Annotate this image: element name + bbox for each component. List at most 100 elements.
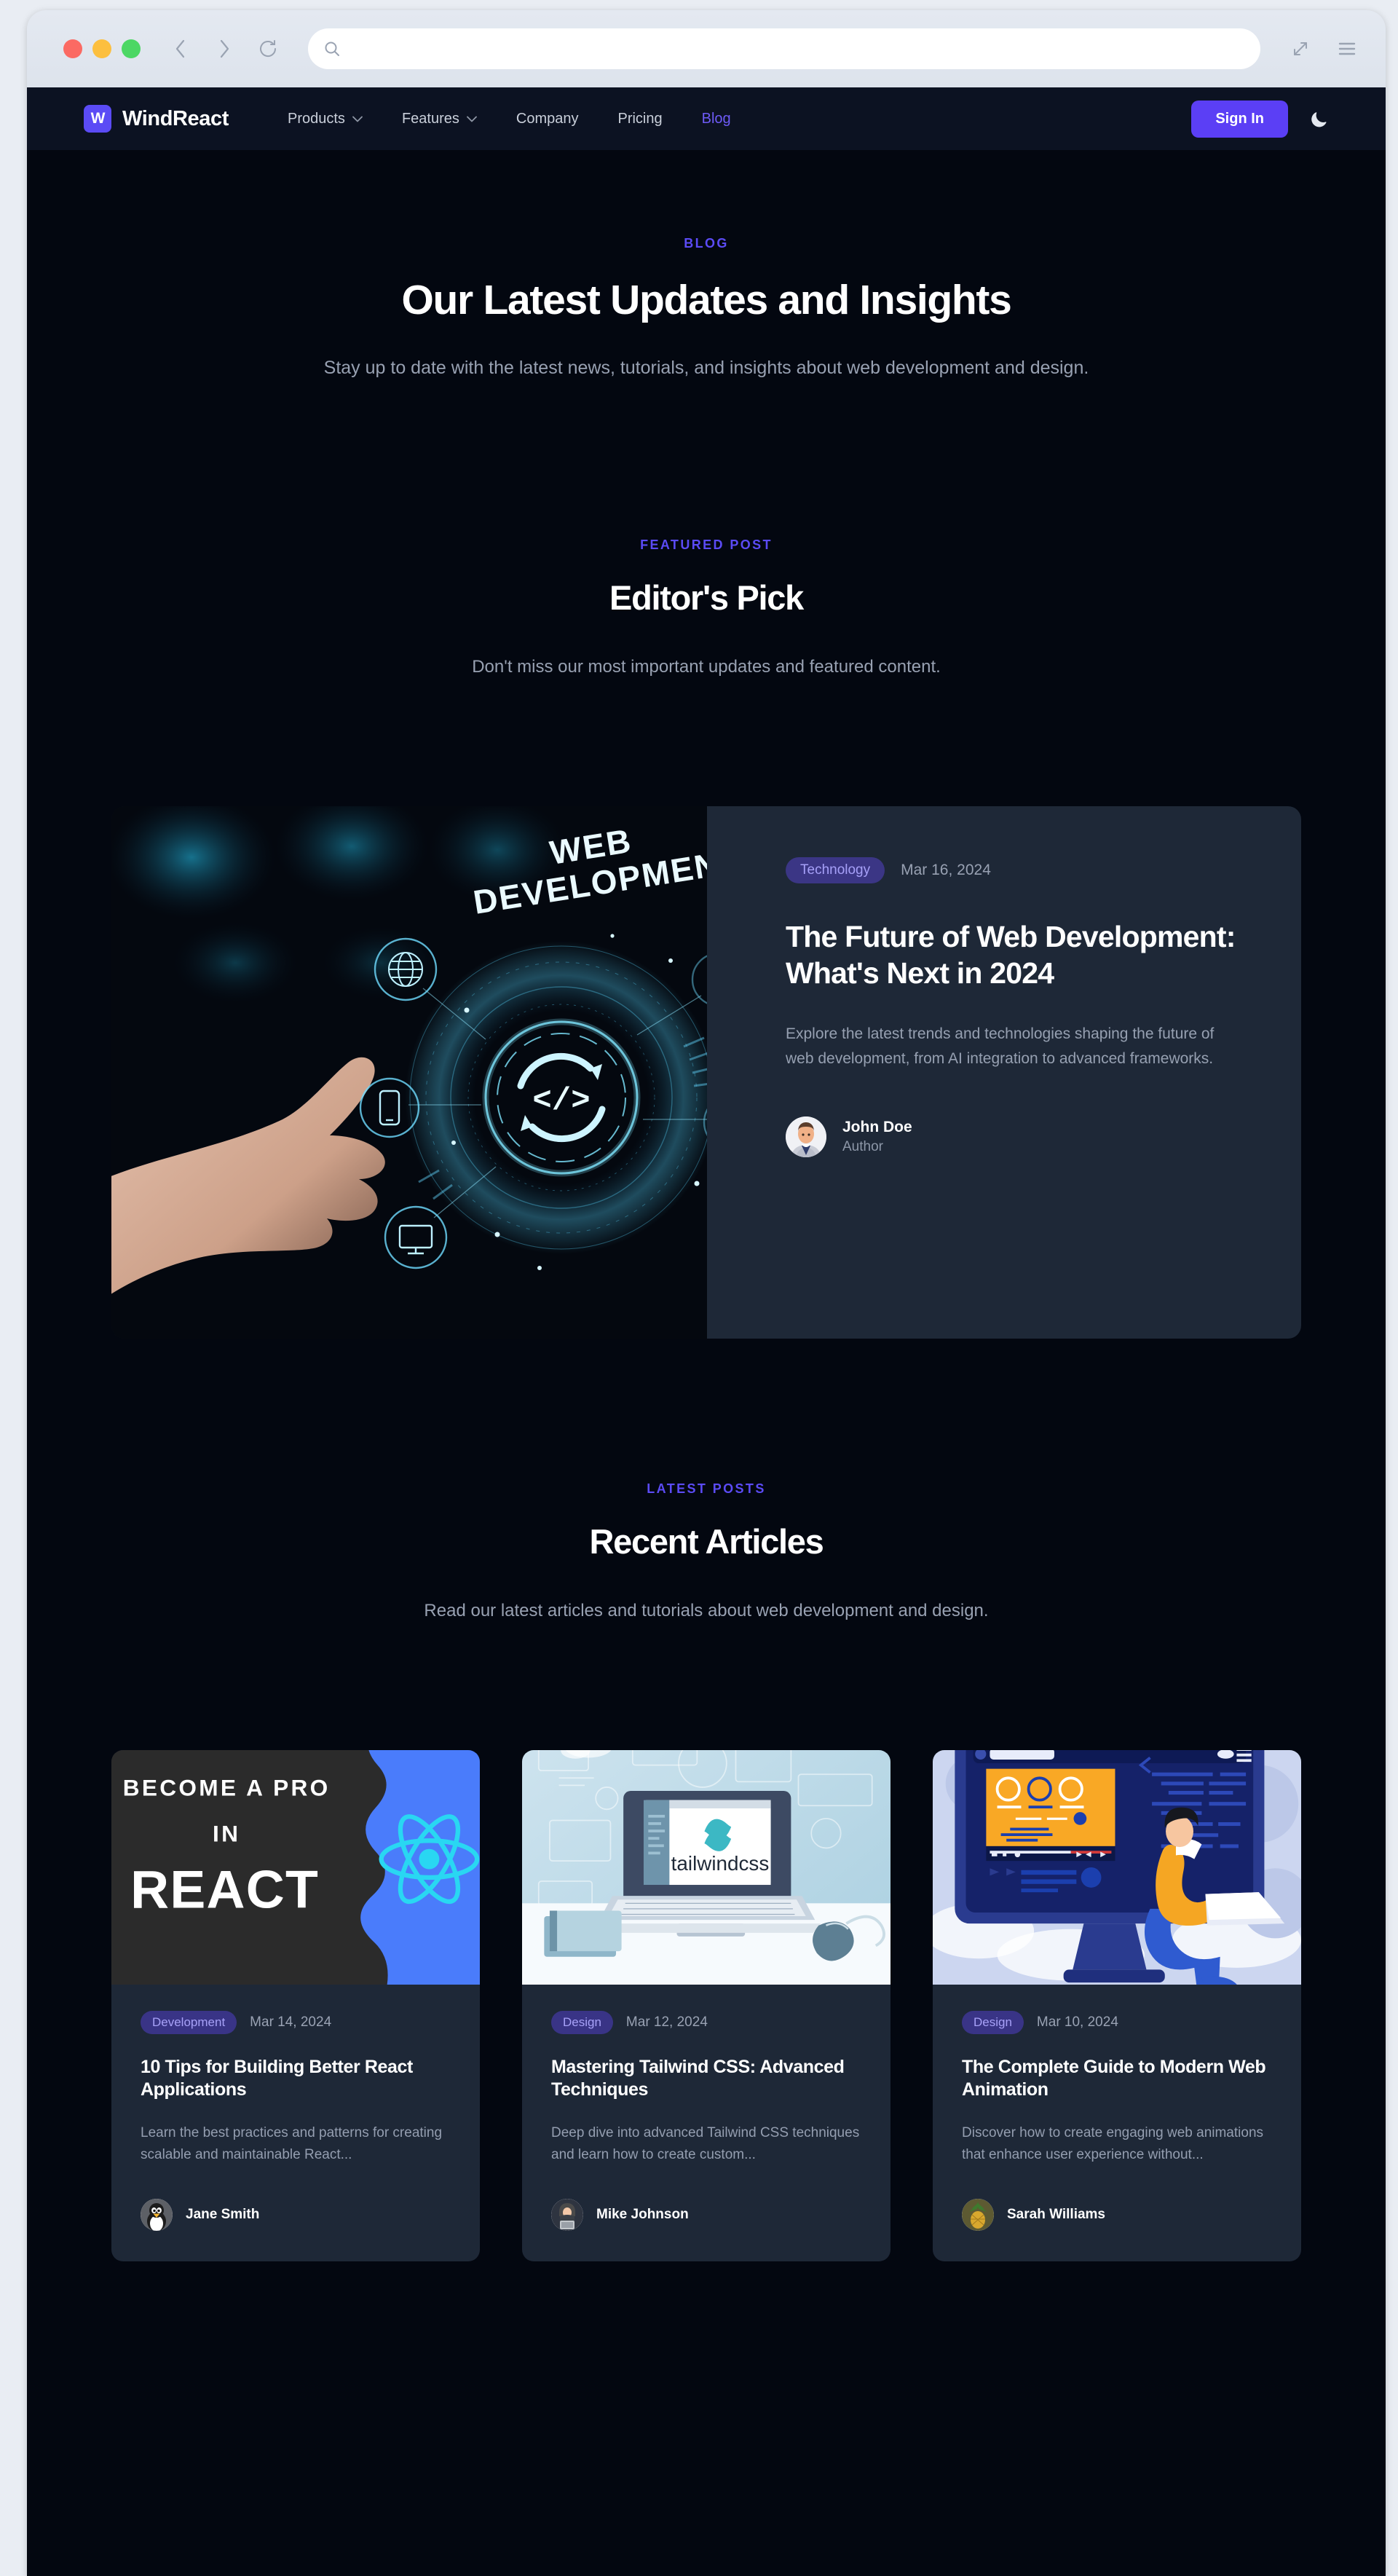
- featured-title: Editor's Pick: [609, 578, 804, 617]
- article-card[interactable]: BECOME A PRO IN REACT Development Mar 14…: [111, 1749, 480, 2262]
- chevron-down-icon: [466, 114, 477, 125]
- article-meta: Development Mar 14, 2024: [141, 2010, 451, 2034]
- featured-post-excerpt: Explore the latest trends and technologi…: [786, 1025, 1215, 1068]
- recent-eyebrow: LATEST POSTS: [647, 1481, 766, 1496]
- nav-item-label: Blog: [701, 110, 731, 127]
- article-grid: BECOME A PRO IN REACT Development Mar 14…: [27, 1749, 1386, 2262]
- article-meta: Design Mar 10, 2024: [962, 2010, 1272, 2034]
- moon-icon[interactable]: [1307, 106, 1332, 131]
- featured-post-image: </> WEB DEVELOPMENT: [111, 806, 707, 1339]
- author-name: Sarah Williams: [1007, 2207, 1105, 2223]
- sign-in-button[interactable]: Sign In: [1191, 100, 1288, 138]
- browser-window: W WindReact Products Features Company Pr…: [27, 10, 1386, 2576]
- brand-logo[interactable]: W WindReact: [84, 105, 229, 133]
- svg-text:REACT: REACT: [130, 1859, 319, 1919]
- nav-right-actions: Sign In: [1191, 100, 1332, 138]
- page-title: Our Latest Updates and Insights: [401, 277, 1012, 323]
- svg-text:BECOME A PRO: BECOME A PRO: [123, 1774, 331, 1800]
- browser-nav-buttons: [168, 36, 280, 61]
- article-card[interactable]: Design Mar 10, 2024 The Complete Guide t…: [933, 1749, 1301, 2262]
- nav-item-company[interactable]: Company: [497, 103, 599, 135]
- article-excerpt: Discover how to create engaging web anim…: [962, 2124, 1264, 2163]
- article-author: Jane Smith: [141, 2199, 451, 2232]
- article-title[interactable]: 10 Tips for Building Better React Applic…: [141, 2056, 451, 2102]
- article-card-body: Design Mar 10, 2024 The Complete Guide t…: [933, 1985, 1301, 2262]
- category-badge[interactable]: Development: [141, 2010, 237, 2034]
- category-badge[interactable]: Technology: [786, 856, 885, 883]
- avatar: [786, 1116, 826, 1158]
- nav-item-label: Features: [401, 110, 459, 127]
- url-input[interactable]: [350, 41, 1246, 57]
- article-author: Mike Johnson: [551, 2199, 861, 2232]
- article-card-body: Design Mar 12, 2024 Mastering Tailwind C…: [522, 1985, 890, 2262]
- expand-icon[interactable]: [1288, 36, 1313, 61]
- article-thumbnail: tailwindcss: [522, 1749, 890, 1985]
- page-content: W WindReact Products Features Company Pr…: [27, 87, 1386, 2576]
- svg-text:</>: </>: [532, 1083, 590, 1119]
- menu-icon[interactable]: [1335, 36, 1359, 61]
- nav-item-products[interactable]: Products: [268, 103, 382, 135]
- address-bar[interactable]: [308, 28, 1260, 69]
- featured-subtitle: Don't miss our most important updates an…: [472, 656, 941, 677]
- hero-subtitle: Stay up to date with the latest news, tu…: [323, 358, 1089, 378]
- featured-post-author: John Doe Author: [786, 1116, 1243, 1158]
- nav-item-features[interactable]: Features: [382, 103, 497, 135]
- featured-post-meta: Technology Mar 16, 2024: [786, 856, 1243, 883]
- reload-icon[interactable]: [256, 36, 280, 61]
- avatar: [551, 2199, 583, 2232]
- featured-post-body: Technology Mar 16, 2024 The Future of We…: [707, 806, 1301, 1339]
- avatar: [962, 2199, 994, 2232]
- author-name: John Doe: [842, 1119, 912, 1136]
- post-date: Mar 10, 2024: [1036, 2014, 1118, 2030]
- article-author: Sarah Williams: [962, 2199, 1272, 2232]
- nav-item-pricing[interactable]: Pricing: [598, 103, 682, 135]
- recent-section-header: LATEST POSTS Recent Articles Read our la…: [27, 1339, 1386, 1623]
- nav-item-label: Company: [516, 110, 579, 127]
- category-badge[interactable]: Design: [962, 2010, 1024, 2034]
- brand-mark: W: [84, 105, 111, 133]
- nav-item-label: Pricing: [617, 110, 663, 127]
- author-name: Mike Johnson: [596, 2207, 689, 2223]
- minimize-window-button[interactable]: [92, 39, 111, 58]
- maximize-window-button[interactable]: [122, 39, 141, 58]
- site-navbar: W WindReact Products Features Company Pr…: [27, 87, 1386, 150]
- nav-item-blog[interactable]: Blog: [682, 103, 751, 135]
- post-date: Mar 16, 2024: [901, 861, 991, 878]
- featured-section-header: FEATURED POST Editor's Pick Don't miss o…: [27, 382, 1386, 680]
- article-thumbnail: [933, 1749, 1301, 1985]
- featured-post-title[interactable]: The Future of Web Development: What's Ne…: [786, 918, 1243, 992]
- svg-text:IN: IN: [213, 1820, 240, 1846]
- window-controls: [63, 39, 141, 58]
- article-title[interactable]: The Complete Guide to Modern Web Animati…: [962, 2056, 1272, 2102]
- featured-post-wrapper: </> WEB DEVELOPMENT Technology Mar 16, 2…: [27, 806, 1386, 1339]
- article-title[interactable]: Mastering Tailwind CSS: Advanced Techniq…: [551, 2056, 861, 2102]
- featured-post-card[interactable]: </> WEB DEVELOPMENT Technology Mar 16, 2…: [111, 806, 1301, 1339]
- brand-name: WindReact: [122, 106, 229, 130]
- post-date: Mar 14, 2024: [250, 2014, 332, 2030]
- article-excerpt: Learn the best practices and patterns fo…: [141, 2124, 443, 2163]
- browser-right-controls: [1288, 36, 1359, 61]
- recent-title: Recent Articles: [589, 1521, 824, 1561]
- avatar: [141, 2199, 173, 2232]
- author-name: Jane Smith: [186, 2207, 260, 2223]
- nav-item-label: Products: [288, 110, 345, 127]
- hero-eyebrow: BLOG: [684, 236, 729, 251]
- featured-eyebrow: FEATURED POST: [640, 537, 773, 552]
- article-thumbnail: BECOME A PRO IN REACT: [111, 1749, 480, 1985]
- post-date: Mar 12, 2024: [625, 2014, 708, 2030]
- nav-links: Products Features Company Pricing Blog: [268, 103, 1191, 135]
- article-card[interactable]: tailwindcss Design Mar 12, 2024 Masterin…: [522, 1749, 890, 2262]
- browser-chrome: [27, 10, 1386, 87]
- recent-subtitle: Read our latest articles and tutorials a…: [424, 1600, 989, 1620]
- category-badge[interactable]: Design: [551, 2010, 613, 2034]
- svg-text:tailwindcss: tailwindcss: [671, 1851, 770, 1874]
- back-icon[interactable]: [168, 36, 193, 61]
- article-excerpt: Deep dive into advanced Tailwind CSS tec…: [551, 2124, 860, 2163]
- author-role: Author: [842, 1138, 883, 1154]
- article-meta: Design Mar 12, 2024: [551, 2010, 861, 2034]
- forward-icon[interactable]: [212, 36, 237, 61]
- search-icon: [323, 39, 341, 58]
- close-window-button[interactable]: [63, 39, 82, 58]
- chevron-down-icon: [352, 114, 363, 125]
- hero-section: BLOG Our Latest Updates and Insights Sta…: [27, 150, 1386, 382]
